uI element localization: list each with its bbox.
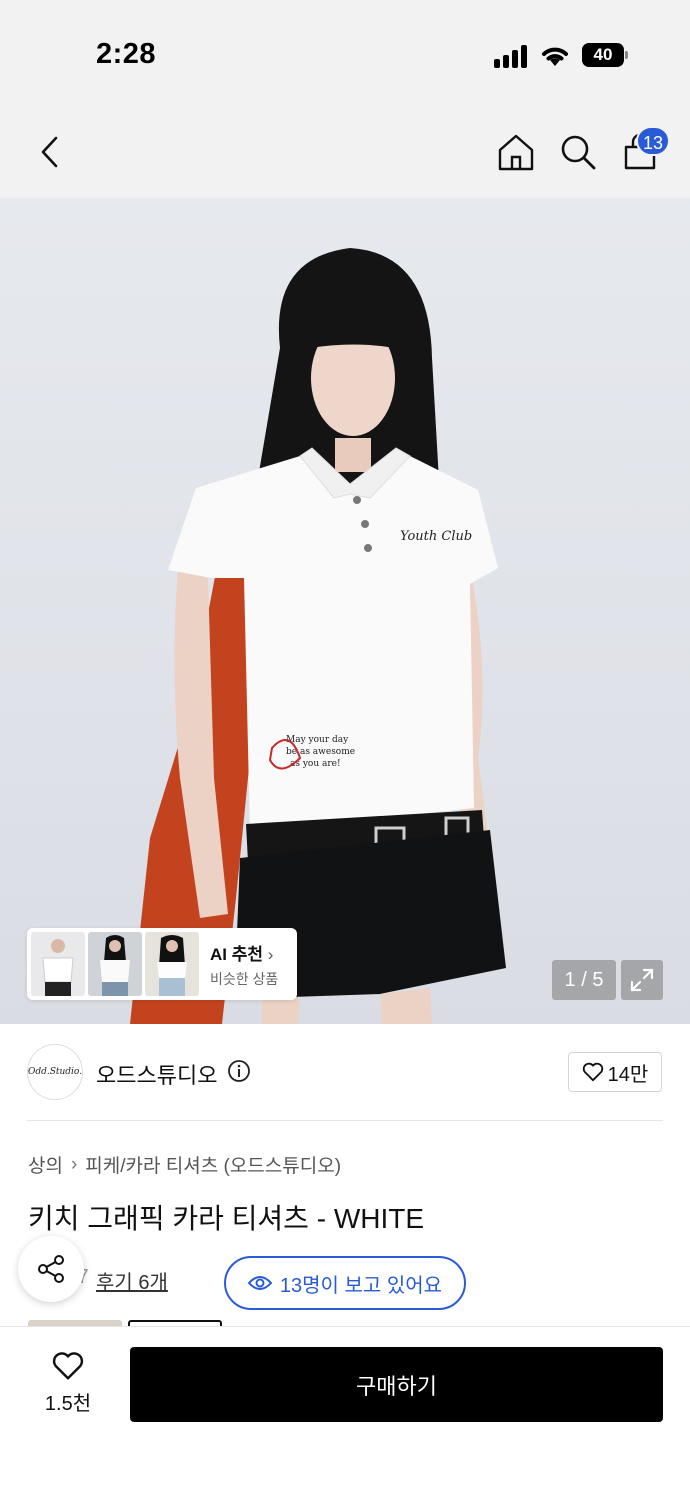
top-navigation: 13	[0, 110, 690, 198]
shirt-logo-text: Youth Club	[400, 529, 472, 544]
buy-button[interactable]: 구매하기	[130, 1347, 663, 1422]
ai-recommendation-thumbnail	[145, 932, 199, 996]
share-icon	[38, 1255, 64, 1283]
brand-like-button[interactable]: 14만	[568, 1052, 662, 1092]
image-page-indicator: 1 / 5	[552, 960, 616, 1000]
ai-recommendation-card[interactable]: AI 추천 › 비슷한 상품	[27, 928, 297, 1000]
product-image-carousel[interactable]: Youth Club May your day be as awesome as…	[0, 198, 690, 1024]
review-link[interactable]: 후기 6개	[96, 1266, 168, 1295]
breadcrumb-item[interactable]: 피케/카라 티셔츠 (오드스튜디오)	[85, 1151, 341, 1178]
product-title: 키치 그래픽 카라 티셔츠 - WHITE	[28, 1203, 425, 1234]
home-icon	[498, 134, 534, 171]
ai-recommendation-thumbnail	[88, 932, 142, 996]
wishlist-count: 1.5천	[44, 1393, 92, 1415]
battery-level: 40	[582, 43, 624, 67]
eye-icon	[247, 1276, 272, 1290]
search-icon	[561, 135, 596, 170]
viewers-text: 13명이 보고 있어요	[279, 1274, 443, 1297]
ai-recommendation-subtitle: 비슷한 상품	[210, 970, 279, 987]
bottom-action-bar: 1.5천 구매하기	[0, 1326, 690, 1500]
brand-like-count: 14만	[607, 1063, 649, 1086]
back-button[interactable]	[28, 130, 72, 174]
expand-icon	[630, 968, 654, 992]
info-icon[interactable]	[227, 1059, 251, 1083]
wishlist-button[interactable]: 1.5천	[30, 1351, 106, 1421]
viewers-badge: 13명이 보고 있어요	[224, 1256, 466, 1310]
cellular-signal-icon	[494, 44, 530, 68]
product-photo: Youth Club May your day be as awesome as…	[130, 248, 506, 1024]
home-button[interactable]	[494, 130, 538, 174]
heart-icon	[52, 1352, 84, 1380]
divider	[27, 1120, 663, 1121]
breadcrumb: 상의 › 피케/카라 티셔츠 (오드스튜디오)	[28, 1151, 341, 1178]
share-button[interactable]	[18, 1236, 84, 1302]
chevron-left-icon	[41, 136, 58, 168]
wifi-icon	[542, 47, 568, 66]
search-button[interactable]	[556, 130, 600, 174]
ai-recommendation-thumbnail	[31, 932, 85, 996]
status-time: 2:28	[96, 38, 157, 70]
breadcrumb-item[interactable]: 상의	[28, 1151, 63, 1178]
cart-count-badge: 13	[636, 126, 670, 156]
brand-row[interactable]: Odd.Studio. 오드스튜디오 14만	[0, 1024, 690, 1122]
battery-icon: 40	[582, 43, 628, 67]
status-bar: 2:28 40	[0, 0, 690, 110]
chevron-right-icon: ›	[70, 1153, 78, 1175]
heart-icon	[582, 1062, 603, 1082]
expand-image-button[interactable]	[621, 960, 663, 1000]
brand-logo[interactable]: Odd.Studio.	[27, 1044, 83, 1100]
brand-name[interactable]: 오드스튜디오	[96, 1058, 217, 1090]
svg-text:May your day: May your day	[286, 735, 349, 745]
ai-recommendation-title: AI 추천 ›	[210, 944, 274, 964]
